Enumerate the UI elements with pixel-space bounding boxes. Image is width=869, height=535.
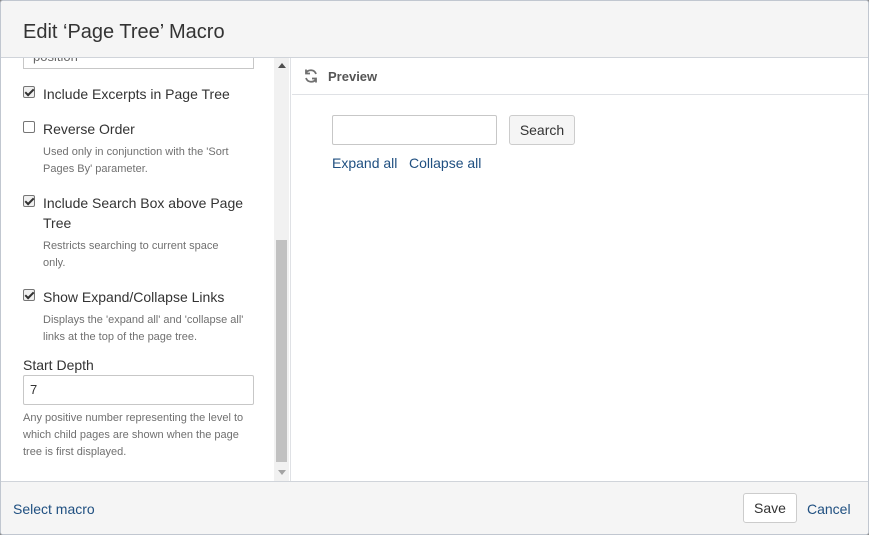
show-expand-label: Show Expand/Collapse Links: [43, 289, 225, 305]
page-tree-search-input[interactable]: [332, 115, 497, 145]
scroll-down-icon[interactable]: [278, 470, 286, 475]
position-input[interactable]: position: [23, 58, 254, 69]
expand-all-link[interactable]: Expand all: [332, 155, 397, 171]
include-search-option[interactable]: Include Search Box above Page Tree: [23, 193, 253, 233]
include-excerpts-label: Include Excerpts in Page Tree: [43, 86, 230, 102]
dialog-title: Edit ‘Page Tree’ Macro: [23, 21, 225, 43]
show-expand-help: Displays the 'expand all' and 'collapse …: [43, 314, 244, 343]
select-macro-link[interactable]: Select macro: [13, 501, 95, 517]
dialog-footer: Select macro Save Cancel: [1, 481, 868, 534]
start-depth-label: Start Depth: [23, 357, 94, 373]
preview-header: Preview: [292, 58, 868, 95]
preview-title: Preview: [328, 69, 378, 84]
include-excerpts-option[interactable]: Include Excerpts in Page Tree: [23, 84, 243, 104]
refresh-icon[interactable]: [303, 68, 319, 84]
reverse-order-option[interactable]: Reverse Order: [23, 119, 243, 139]
cancel-link[interactable]: Cancel: [807, 501, 851, 517]
scroll-thumb[interactable]: [276, 240, 287, 462]
scroll-up-icon[interactable]: [278, 63, 286, 68]
include-search-help: Restricts searching to current space onl…: [43, 240, 219, 269]
collapse-all-link[interactable]: Collapse all: [409, 155, 481, 171]
search-button[interactable]: Search: [509, 115, 575, 145]
start-depth-input[interactable]: 7: [23, 375, 254, 405]
include-search-checkbox[interactable]: [23, 195, 35, 207]
options-panel: position Include Excerpts in Page Tree R…: [1, 58, 291, 481]
show-expand-checkbox[interactable]: [23, 289, 35, 301]
save-button[interactable]: Save: [743, 493, 797, 523]
options-scrollbar[interactable]: [274, 58, 289, 481]
dialog-header: Edit ‘Page Tree’ Macro: [1, 1, 868, 58]
reverse-order-help: Used only in conjunction with the 'Sort …: [43, 146, 229, 175]
reverse-order-checkbox[interactable]: [23, 121, 35, 133]
include-excerpts-checkbox[interactable]: [23, 86, 35, 98]
show-expand-option[interactable]: Show Expand/Collapse Links: [23, 287, 243, 307]
include-search-label: Include Search Box above Page Tree: [43, 195, 244, 231]
start-depth-help: Any positive number representing the lev…: [23, 412, 244, 458]
macro-dialog: Edit ‘Page Tree’ Macro position Include …: [0, 0, 869, 535]
reverse-order-label: Reverse Order: [43, 121, 135, 137]
